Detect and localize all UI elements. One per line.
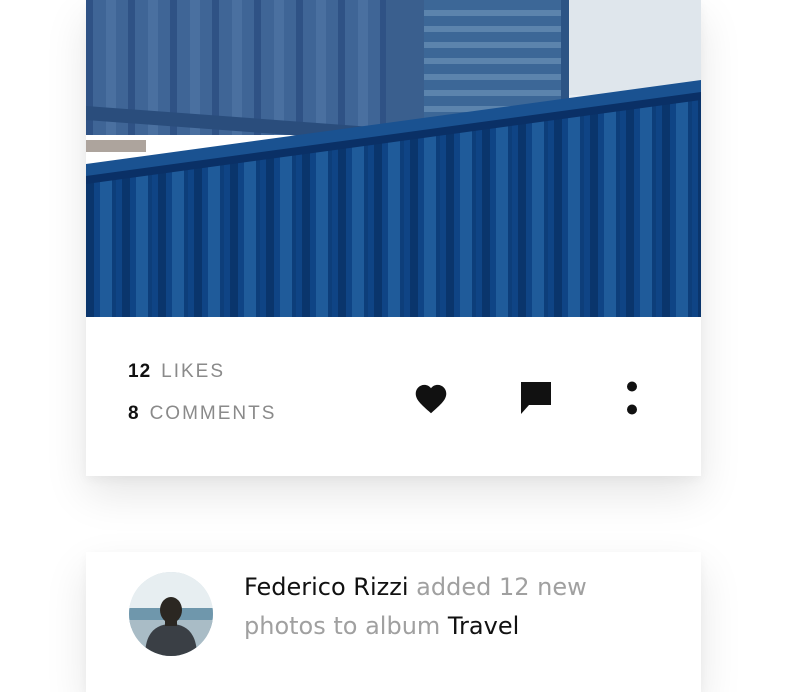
comment-button[interactable] bbox=[516, 378, 556, 418]
activity-text: Federico Rizzi added 12 new photos to al… bbox=[244, 568, 664, 646]
comments-count: 8 bbox=[128, 403, 140, 424]
likes-stat[interactable]: 12 LIKES bbox=[128, 360, 276, 384]
comments-label: COMMENTS bbox=[149, 403, 277, 424]
comments-stat[interactable]: 8 COMMENTS bbox=[128, 402, 276, 426]
more-options-button[interactable] bbox=[612, 378, 652, 418]
more-vertical-icon bbox=[627, 381, 637, 415]
activity-card: Federico Rizzi added 12 new photos to al… bbox=[86, 552, 701, 692]
post-photo[interactable] bbox=[86, 0, 701, 317]
heart-icon bbox=[415, 384, 447, 414]
post-card: 12 LIKES 8 COMMENTS bbox=[86, 0, 701, 476]
post-stats: 12 LIKES 8 COMMENTS bbox=[128, 360, 276, 444]
likes-count: 12 bbox=[128, 361, 152, 382]
speech-bubble-icon bbox=[521, 382, 551, 414]
like-button[interactable] bbox=[411, 378, 451, 418]
activity-album-name[interactable]: Travel bbox=[448, 612, 519, 640]
likes-label: LIKES bbox=[161, 361, 226, 382]
avatar[interactable] bbox=[129, 572, 213, 656]
activity-user-name[interactable]: Federico Rizzi bbox=[244, 573, 409, 601]
